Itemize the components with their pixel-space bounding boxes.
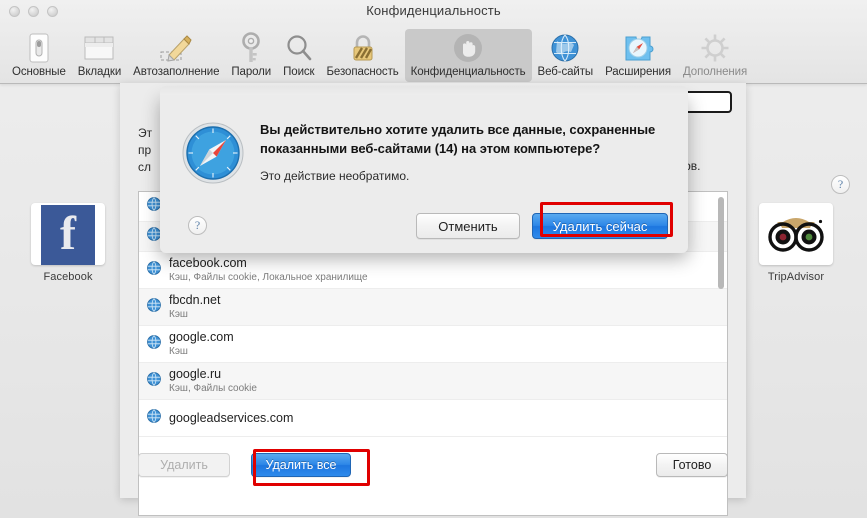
toolbar-item-label: Конфиденциальность: [410, 66, 526, 78]
general-icon: [12, 31, 66, 65]
favorite-tile-facebook[interactable]: f Facebook: [29, 203, 107, 283]
dialog-title: Вы действительно хотите удалить все данн…: [260, 122, 656, 156]
extensions-icon: [605, 31, 671, 65]
list-item[interactable]: google.ru Кэш, Файлы cookie: [139, 363, 727, 400]
tabs-icon: [78, 31, 121, 65]
list-item[interactable]: google.com Кэш: [139, 326, 727, 363]
zoom-button[interactable]: [47, 6, 58, 17]
toolbar-item-label: Основные: [12, 66, 66, 78]
toolbar-item-label: Пароли: [231, 66, 272, 78]
globe-icon: [147, 297, 161, 317]
scrollbar-thumb[interactable]: [718, 197, 724, 289]
dialog-subtitle: Это действие необратимо.: [260, 169, 410, 183]
list-item-name: google.ru: [169, 367, 222, 381]
dialog-actions: Отменить Удалить сейчас: [416, 213, 668, 239]
toolbar-item-label: Поиск: [283, 66, 315, 78]
list-item[interactable]: googleadservices.com: [139, 400, 727, 437]
key-icon: [231, 31, 271, 65]
toolbar-item-advanced[interactable]: Дополнения: [677, 29, 753, 82]
help-button[interactable]: ?: [831, 175, 850, 194]
search-icon: [283, 31, 314, 65]
toolbar-item-label: Расширения: [605, 66, 671, 78]
done-button[interactable]: Готово: [656, 453, 728, 477]
toolbar-item-autofill[interactable]: Автозаполнение: [127, 29, 225, 82]
confirm-delete-dialog: Вы действительно хотите удалить все данн…: [160, 86, 688, 253]
dialog-text-block: Вы действительно хотите удалить все данн…: [260, 120, 660, 184]
tripadvisor-owl-icon: [759, 203, 833, 265]
list-item-detail: Кэш: [169, 346, 188, 357]
globe-icon: [147, 408, 161, 428]
advanced-icon: [683, 31, 747, 65]
confirm-delete-now-button[interactable]: Удалить сейчас: [532, 213, 668, 239]
toolbar-item-label: Вкладки: [77, 66, 122, 78]
favorite-label: TripAdvisor: [767, 271, 825, 283]
toolbar-item-label: Безопасность: [326, 66, 399, 78]
minimize-button[interactable]: [28, 6, 39, 17]
list-item-name: facebook.com: [169, 256, 247, 270]
toolbar-item-label: Дополнения: [682, 66, 748, 78]
hand-icon: [411, 31, 526, 65]
favorite-tile-tripadvisor[interactable]: TripAdvisor: [757, 203, 835, 283]
globe-icon: [147, 334, 161, 354]
favorite-label: Facebook: [43, 271, 93, 283]
toolbar-item-tabs[interactable]: Вкладки: [72, 29, 127, 82]
list-item-detail: Кэш, Файлы cookie, Локальное хранилище: [169, 272, 368, 283]
toolbar-item-privacy[interactable]: Конфиденциальность: [404, 29, 532, 82]
globe-icon: [147, 227, 161, 246]
list-item[interactable]: facebook.com Кэш, Файлы cookie, Локально…: [139, 252, 727, 289]
list-item-detail: Кэш, Файлы cookie: [169, 383, 257, 394]
close-button[interactable]: [9, 6, 20, 17]
list-item-name: google.com: [169, 330, 234, 344]
globe-icon: [147, 197, 161, 216]
autofill-icon: [133, 31, 219, 65]
window-titlebar: Конфиденциальность: [0, 0, 867, 22]
toolbar-item-extensions[interactable]: Расширения: [599, 29, 677, 82]
preferences-toolbar: Основные Вкладки Автозаполнение Пароли П…: [0, 22, 867, 82]
list-item[interactable]: fbcdn.net Кэш: [139, 289, 727, 326]
toolbar-item-general[interactable]: Основные: [6, 29, 72, 82]
globe-icon: [147, 371, 161, 391]
remove-button[interactable]: Удалить: [138, 453, 230, 477]
dialog-help-button[interactable]: ?: [188, 216, 207, 235]
toolbar-item-search[interactable]: Поиск: [277, 29, 320, 82]
remove-all-button[interactable]: Удалить все: [251, 453, 351, 477]
traffic-light-buttons[interactable]: [9, 6, 58, 17]
globe-icon: [147, 260, 161, 280]
list-item-name: fbcdn.net: [169, 293, 221, 307]
safari-compass-icon: [182, 122, 244, 184]
globe-icon: [538, 31, 594, 65]
toolbar-item-security[interactable]: Безопасность: [320, 29, 404, 82]
list-item-name: googleadservices.com: [169, 410, 294, 425]
window-title: Конфиденциальность: [366, 3, 501, 18]
list-item-detail: Кэш: [169, 309, 188, 320]
toolbar-item-websites[interactable]: Веб-сайты: [532, 29, 600, 82]
cancel-button[interactable]: Отменить: [416, 213, 520, 239]
toolbar-item-label: Автозаполнение: [133, 66, 220, 78]
pane-button-bar: Удалить Удалить все Готово: [120, 440, 746, 498]
preferences-window: Конфиденциальность Основные Вкладки Авто…: [0, 0, 867, 84]
facebook-icon: f: [31, 203, 105, 265]
toolbar-item-passwords[interactable]: Пароли: [225, 29, 277, 82]
lock-icon: [326, 31, 398, 65]
toolbar-item-label: Веб-сайты: [537, 66, 594, 78]
